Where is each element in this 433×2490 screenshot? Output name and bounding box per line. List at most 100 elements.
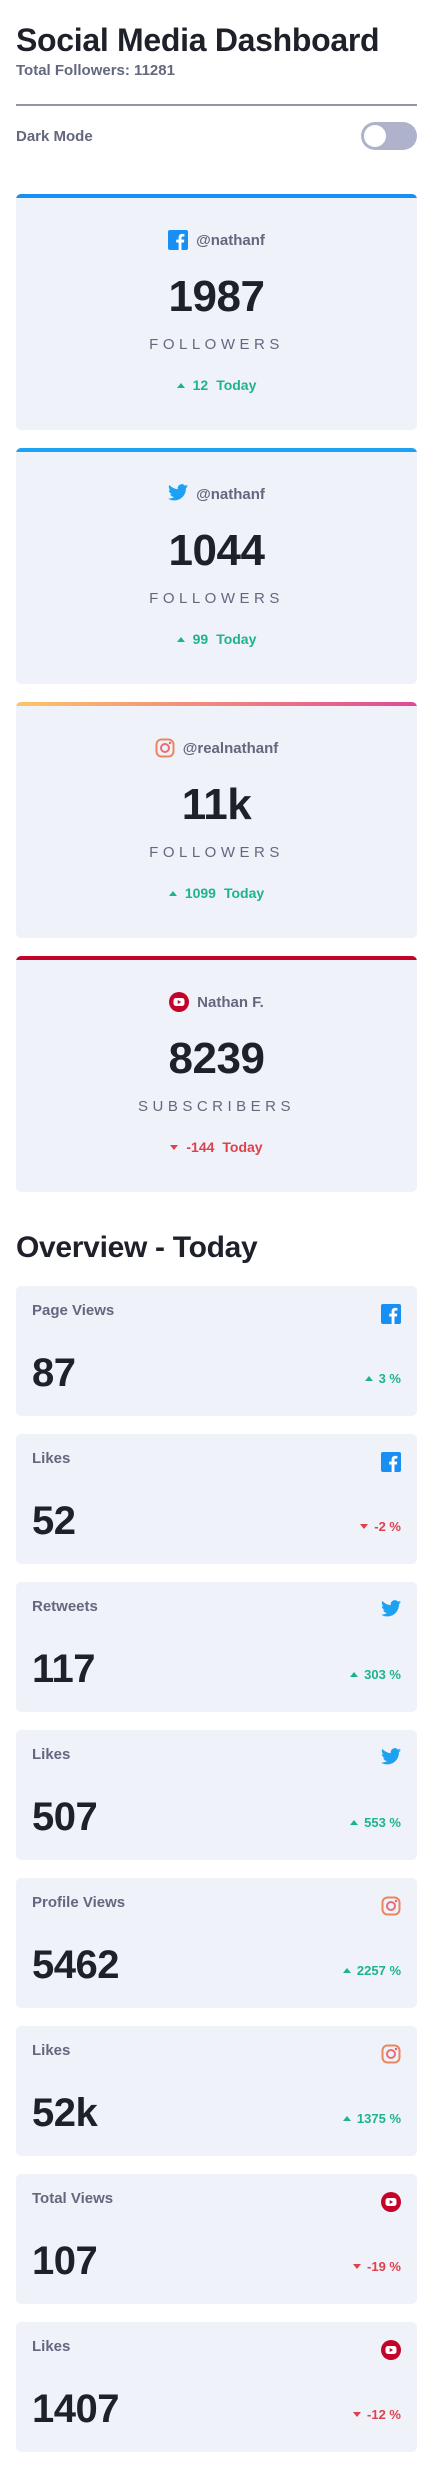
overview-change: -2 % xyxy=(360,1519,401,1534)
overview-change-value: 303 % xyxy=(364,1667,401,1682)
page-title: Social Media Dashboard xyxy=(16,22,380,58)
overview-label: Likes xyxy=(32,2042,71,2059)
arrow-up-icon xyxy=(350,1820,359,1825)
twitter-icon xyxy=(168,484,189,504)
dark-mode-toggle[interactable] xyxy=(361,122,417,150)
follower-card-facebook[interactable]: @nathanf 1987 FOLLOWERS 12 Today xyxy=(16,194,417,430)
overview-change: 2257 % xyxy=(342,1963,401,1978)
card-handle-row: @realnathanf xyxy=(16,738,417,758)
overview-label: Total Views xyxy=(32,2190,114,2207)
overview-change: -19 % xyxy=(353,2259,401,2274)
twitter-icon xyxy=(381,1600,401,1620)
arrow-up-icon xyxy=(364,1376,373,1381)
card-count: 8239 xyxy=(168,1034,265,1083)
card-change-value: 1099 xyxy=(184,885,216,901)
follower-cards: @nathanf 1987 FOLLOWERS 12 Today @nathan… xyxy=(16,194,417,1192)
overview-change: 553 % xyxy=(350,1815,401,1830)
card-accent-bar xyxy=(16,702,417,706)
overview-change-value: -2 % xyxy=(374,1519,401,1534)
toggle-knob xyxy=(364,125,386,147)
overview-change-value: -19 % xyxy=(367,2259,401,2274)
instagram-icon xyxy=(381,2044,401,2064)
follower-card-youtube[interactable]: Nathan F. 8239 SUBSCRIBERS -144 Today xyxy=(16,956,417,1192)
card-handle: Nathan F. xyxy=(197,993,264,1011)
card-handle: @nathanf xyxy=(196,231,265,249)
arrow-up-icon xyxy=(350,1672,359,1677)
overview-grid: Page Views 87 3 % Likes 52 -2 % Retweets… xyxy=(16,1286,417,2452)
card-change: 1099 Today xyxy=(16,885,417,901)
overview-value: 1407 xyxy=(32,2387,119,2431)
overview-card[interactable]: Total Views 107 -19 % xyxy=(16,2174,417,2304)
arrow-up-icon xyxy=(176,382,185,388)
overview-value: 507 xyxy=(32,1795,98,1839)
overview-change: 303 % xyxy=(350,1667,401,1682)
overview-label: Profile Views xyxy=(32,1894,126,1911)
overview-label: Page Views xyxy=(32,1302,115,1319)
arrow-up-icon xyxy=(176,636,185,642)
overview-label: Likes xyxy=(32,1450,71,1467)
overview-label: Likes xyxy=(32,2338,71,2355)
overview-title: Overview - Today xyxy=(16,1231,258,1264)
overview-value: 107 xyxy=(32,2239,98,2283)
overview-value: 5462 xyxy=(32,1943,119,1987)
card-change-suffix: Today xyxy=(216,377,257,393)
card-accent-bar xyxy=(16,194,417,198)
youtube-icon xyxy=(381,2192,401,2212)
overview-value: 87 xyxy=(32,1351,76,1395)
overview-value: 52 xyxy=(32,1499,76,1543)
card-change-value: -144 xyxy=(186,1139,215,1155)
card-change: 12 Today xyxy=(16,377,417,393)
card-count-label: FOLLOWERS xyxy=(149,336,284,353)
follower-card-twitter[interactable]: @nathanf 1044 FOLLOWERS 99 Today xyxy=(16,448,417,684)
facebook-icon xyxy=(168,230,189,250)
arrow-down-icon xyxy=(170,1144,179,1150)
card-handle-row: Nathan F. xyxy=(16,992,417,1012)
overview-change-value: 2257 % xyxy=(356,1963,401,1978)
header-divider xyxy=(16,104,417,106)
overview-change-value: 3 % xyxy=(378,1371,401,1386)
overview-card[interactable]: Likes 507 553 % xyxy=(16,1730,417,1860)
facebook-icon xyxy=(381,1304,401,1324)
header: Social Media Dashboard Total Followers: … xyxy=(16,0,417,84)
overview-card[interactable]: Page Views 87 3 % xyxy=(16,1286,417,1416)
overview-card[interactable]: Likes 52 -2 % xyxy=(16,1434,417,1564)
overview-label: Likes xyxy=(32,1746,71,1763)
overview-change: 1375 % xyxy=(342,2111,401,2126)
arrow-up-icon xyxy=(342,2116,351,2121)
overview-card[interactable]: Likes 52k 1375 % xyxy=(16,2026,417,2156)
card-count: 11k xyxy=(181,780,252,829)
card-change-value: 99 xyxy=(192,631,209,647)
card-count-label: FOLLOWERS xyxy=(149,844,284,861)
card-accent-bar xyxy=(16,448,417,452)
overview-change-value: 553 % xyxy=(364,1815,401,1830)
overview-card[interactable]: Retweets 117 303 % xyxy=(16,1582,417,1712)
facebook-icon xyxy=(381,1452,401,1472)
card-count-label: SUBSCRIBERS xyxy=(137,1098,296,1115)
overview-label: Retweets xyxy=(32,1598,98,1615)
arrow-down-icon xyxy=(353,2412,362,2417)
overview-value: 117 xyxy=(32,1647,96,1691)
overview-value: 52k xyxy=(32,2091,98,2135)
arrow-up-icon xyxy=(168,890,177,896)
twitter-icon xyxy=(381,1748,401,1768)
card-handle: @realnathanf xyxy=(182,739,279,757)
arrow-down-icon xyxy=(360,1524,369,1529)
dark-mode-label: Dark Mode xyxy=(16,127,93,145)
card-change-suffix: Today xyxy=(222,1139,263,1155)
overview-card[interactable]: Likes 1407 -12 % xyxy=(16,2322,417,2452)
follower-card-instagram[interactable]: @realnathanf 11k FOLLOWERS 1099 Today xyxy=(16,702,417,938)
card-change-value: 12 xyxy=(192,377,209,393)
arrow-down-icon xyxy=(353,2264,362,2269)
card-change: 99 Today xyxy=(16,631,417,647)
overview-change-value: -12 % xyxy=(367,2407,401,2422)
youtube-icon xyxy=(169,992,190,1012)
overview-card[interactable]: Profile Views 5462 2257 % xyxy=(16,1878,417,2008)
youtube-icon xyxy=(381,2340,401,2360)
card-handle-row: @nathanf xyxy=(16,230,417,250)
card-change-suffix: Today xyxy=(223,885,265,901)
card-handle: @nathanf xyxy=(196,485,265,503)
overview-change: 3 % xyxy=(364,1371,401,1386)
instagram-icon xyxy=(155,738,175,758)
card-count: 1044 xyxy=(168,526,265,575)
overview-change-value: 1375 % xyxy=(356,2111,401,2126)
